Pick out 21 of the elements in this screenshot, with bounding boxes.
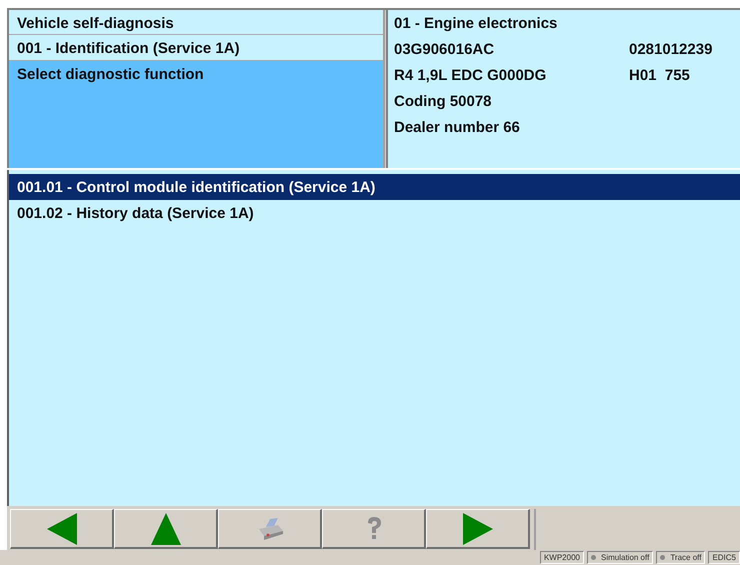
- up-arrow-icon: [150, 512, 180, 545]
- module-info: Dealer number 66: [394, 118, 521, 138]
- status-label: Trace off: [670, 552, 702, 564]
- status-label: EDIC5: [712, 552, 736, 564]
- toolbar-button[interactable]: [10, 509, 114, 550]
- right-arrow-icon: [462, 512, 492, 545]
- left-arrow-icon: [46, 512, 76, 545]
- module-info: H01 755: [629, 66, 690, 86]
- function-item[interactable]: 001.02 - History data (Service 1A): [9, 200, 740, 226]
- function-item[interactable]: 001.01 - Control module identification (Service 1A): [9, 174, 740, 200]
- status-label: KWP2000: [544, 552, 580, 564]
- module-title: 01 - Engine electronics: [394, 14, 558, 34]
- section-title: Vehicle self-diagnosis: [9, 10, 383, 35]
- toolbar-button[interactable]: [114, 509, 218, 550]
- module-info: R4 1,9L EDC G000DG: [394, 66, 548, 86]
- toolbar-button[interactable]: [426, 509, 530, 550]
- module-info: Coding 50078: [394, 92, 493, 112]
- status-label: Simulation off: [600, 552, 650, 564]
- module-info: 03G906016AC: [394, 40, 496, 60]
- prompt-panel: Select diagnostic function: [9, 61, 383, 168]
- module-info: 0281012239: [629, 40, 712, 60]
